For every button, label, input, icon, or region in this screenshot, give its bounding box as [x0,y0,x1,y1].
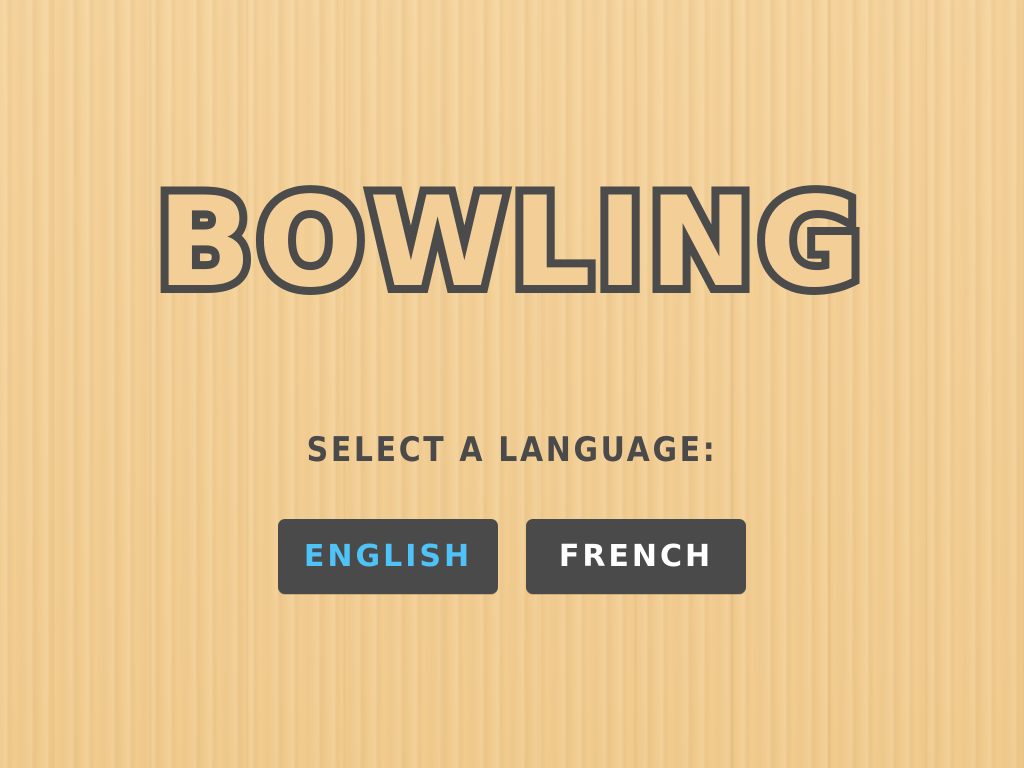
title-container: BOWLING [0,163,1024,323]
select-language-prompt: SELECT A LANGUAGE: [306,430,718,470]
english-button[interactable]: ENGLISH [278,519,498,594]
game-title: BOWLING [149,163,868,323]
english-button-label: ENGLISH [303,539,473,574]
french-button-label: FRENCH [558,539,714,574]
language-select-screen: BOWLING SELECT A LANGUAGE: ENGLISH FRENC… [0,0,1024,768]
french-button[interactable]: FRENCH [526,519,746,594]
language-buttons: ENGLISH FRENCH [278,519,748,594]
